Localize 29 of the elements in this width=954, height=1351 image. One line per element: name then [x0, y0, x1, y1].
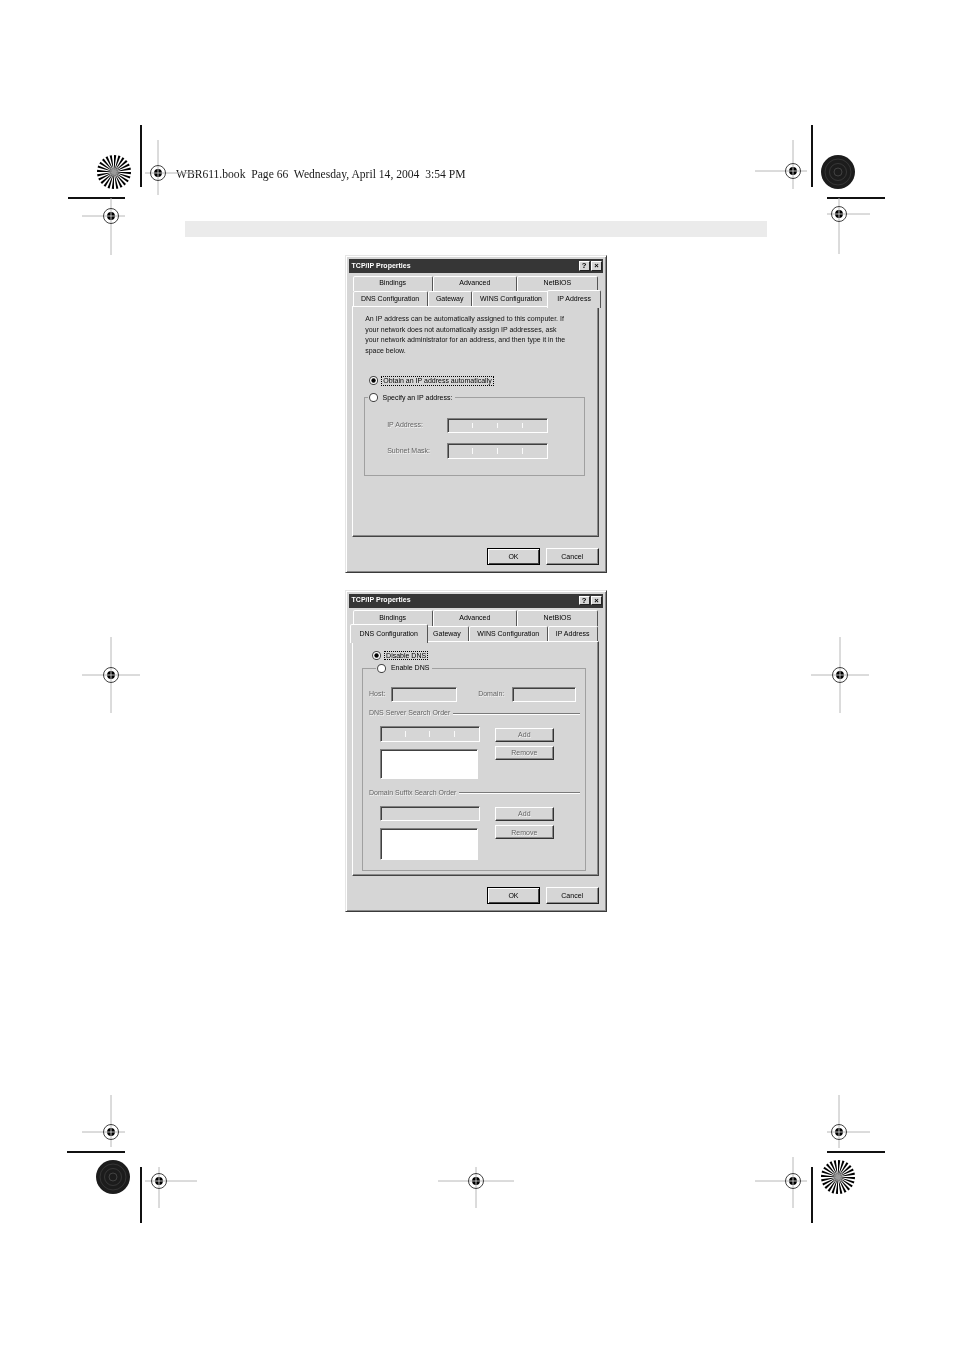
crop-mark	[811, 1167, 813, 1223]
radio-icon[interactable]	[377, 663, 387, 673]
registration-mark-icon	[811, 637, 869, 713]
starburst-icon	[821, 1160, 855, 1194]
radio-icon[interactable]	[368, 393, 378, 403]
registration-mark-icon	[82, 637, 140, 713]
crop-mark	[68, 197, 125, 199]
starburst-icon	[97, 155, 131, 189]
registration-mark-icon	[82, 1095, 125, 1147]
list-box[interactable]	[380, 828, 479, 861]
registration-mark-icon	[145, 1167, 197, 1208]
registration-mark-icon	[755, 1157, 807, 1208]
crop-mark	[140, 1167, 142, 1223]
registration-mark-icon	[82, 198, 125, 255]
crop-mark	[811, 125, 813, 187]
radio-icon[interactable]	[372, 650, 382, 660]
crop-mark	[827, 1151, 885, 1153]
crop-mark	[67, 1151, 125, 1153]
list-box[interactable]	[380, 748, 479, 780]
page-header-text: WBR611.book Page 66 Wednesday, April 14, 2004 3:54 PM	[176, 168, 466, 181]
halftone-disc-icon	[96, 1160, 130, 1194]
radio-icon[interactable]	[369, 376, 379, 386]
registration-mark-icon	[827, 1095, 870, 1148]
registration-mark-icon	[827, 198, 870, 254]
registration-mark-icon	[438, 1167, 514, 1208]
crop-mark	[827, 197, 885, 199]
registration-mark-icon	[755, 140, 807, 189]
halftone-disc-icon	[821, 155, 855, 189]
crop-mark	[140, 125, 142, 187]
